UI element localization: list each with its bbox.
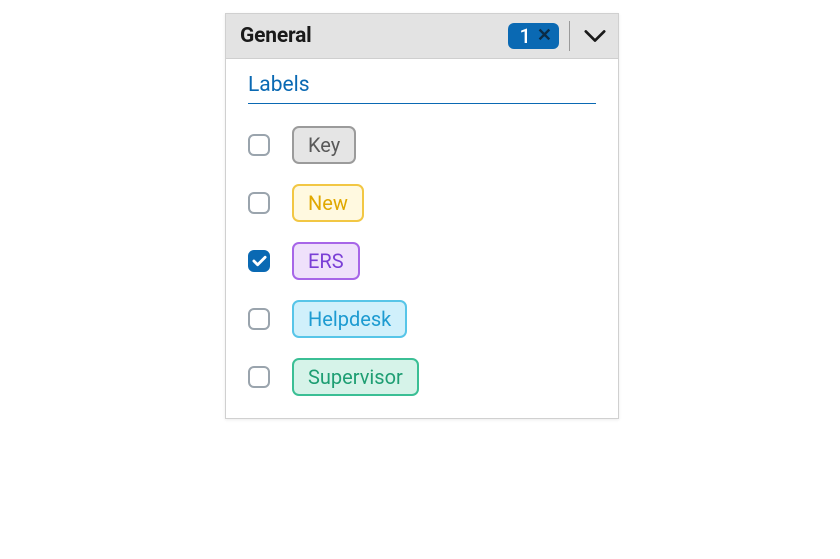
label-chip[interactable]: ERS — [292, 242, 360, 280]
selection-count: 1 — [520, 26, 531, 46]
panel-title: General — [226, 24, 508, 48]
chevron-down-icon — [584, 29, 606, 43]
dropdown-panel: General 1 ✕ Labels Key New ERS Helpdesk Supe… — [225, 13, 619, 419]
label-checkbox[interactable] — [248, 250, 270, 272]
panel-header: General 1 ✕ — [226, 14, 618, 59]
label-row: ERS — [248, 242, 596, 280]
section-title: Labels — [248, 73, 596, 104]
label-chip[interactable]: Helpdesk — [292, 300, 407, 338]
label-chip[interactable]: Supervisor — [292, 358, 419, 396]
label-checkbox[interactable] — [248, 366, 270, 388]
label-row: Key — [248, 126, 596, 164]
label-row: Helpdesk — [248, 300, 596, 338]
label-checkbox[interactable] — [248, 134, 270, 156]
label-list: Key New ERS Helpdesk Supervisor — [248, 126, 596, 396]
label-row: Supervisor — [248, 358, 596, 396]
selection-badge: 1 ✕ — [508, 23, 559, 49]
label-row: New — [248, 184, 596, 222]
panel-content: Labels Key New ERS Helpdesk Supervisor — [226, 59, 618, 418]
header-divider — [569, 21, 570, 51]
label-chip[interactable]: New — [292, 184, 364, 222]
check-icon — [252, 255, 267, 267]
label-chip[interactable]: Key — [292, 126, 356, 164]
label-checkbox[interactable] — [248, 308, 270, 330]
toggle-dropdown-button[interactable] — [572, 14, 618, 59]
clear-selection-icon[interactable]: ✕ — [537, 27, 552, 45]
label-checkbox[interactable] — [248, 192, 270, 214]
